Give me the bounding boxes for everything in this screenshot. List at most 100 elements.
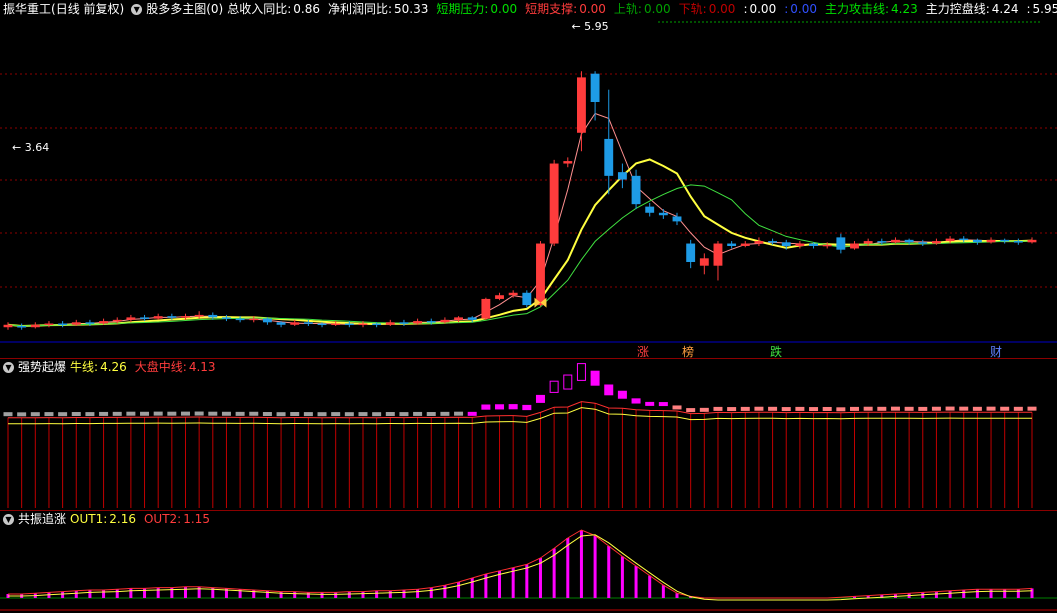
breakout-block: [454, 411, 464, 416]
breakout-block: [399, 412, 409, 417]
candle-body: [904, 239, 914, 243]
breakout-block: [549, 380, 559, 393]
candle-body: [781, 242, 791, 246]
candle-body: [577, 77, 586, 133]
signal-label: 榜: [682, 344, 694, 358]
candle-body: [467, 317, 477, 320]
candle-body: [481, 298, 491, 319]
panel-separator: [0, 510, 1057, 511]
candle-body: [17, 326, 27, 328]
candle-body: [222, 317, 231, 319]
strong-breakout-chart[interactable]: [0, 358, 1057, 508]
candle-body: [822, 244, 832, 247]
breakout-block: [17, 412, 27, 417]
candle-body: [604, 138, 614, 176]
resonance-chase-chart[interactable]: [0, 510, 1057, 613]
breakout-block: [590, 370, 600, 386]
candle-body: [549, 163, 559, 244]
candle-body: [85, 322, 95, 324]
breakout-block: [153, 411, 163, 416]
candle-body: [276, 322, 286, 325]
candle-body: [262, 318, 272, 323]
candle-body: [713, 243, 723, 266]
breakout-block: [344, 412, 354, 417]
candle-body: [153, 316, 163, 319]
breakout-block: [822, 406, 832, 411]
breakout-block: [931, 406, 941, 411]
candle-body: [536, 243, 545, 306]
breakout-block: [1000, 406, 1010, 411]
candle-body: [58, 323, 68, 326]
candle-body: [658, 212, 668, 216]
breakout-block: [727, 407, 737, 412]
breakout-block: [303, 412, 313, 417]
breakout-block: [467, 411, 477, 416]
candle-body: [71, 322, 81, 325]
breakout-block: [208, 411, 218, 416]
candle-body: [959, 238, 969, 241]
breakout-block: [372, 412, 382, 417]
breakout-block: [85, 412, 95, 417]
candle-body: [563, 161, 573, 164]
candle-body: [891, 239, 900, 243]
breakout-block: [58, 412, 68, 417]
candle-body: [167, 316, 177, 318]
breakout-block: [331, 412, 341, 417]
sub2-panel: ▼ 共振追涨 OUT1: 2.16 OUT2: 1.15: [0, 510, 1057, 613]
candle-body: [699, 258, 709, 266]
breakout-block: [481, 404, 491, 410]
breakout-block: [740, 406, 750, 411]
breakout-block: [495, 404, 505, 410]
signal-label: 跌: [770, 344, 782, 358]
breakout-block: [235, 411, 245, 416]
breakout-block: [836, 407, 846, 412]
breakout-block: [126, 411, 136, 416]
candle-body: [686, 243, 696, 262]
breakout-block: [672, 405, 682, 410]
candle-body: [317, 323, 327, 326]
breakout-block: [194, 411, 204, 416]
sub1-panel: ▼ 强势起爆 牛线: 4.26 大盘中线: 4.13: [0, 358, 1057, 508]
candle-body: [385, 322, 395, 325]
candle-body: [372, 323, 382, 326]
breakout-block: [658, 402, 668, 407]
candle-body: [754, 241, 764, 244]
breakout-block: [44, 412, 54, 417]
candle-body: [344, 323, 354, 326]
breakout-block: [576, 363, 586, 381]
candle-body: [126, 317, 136, 320]
breakout-block: [180, 411, 190, 416]
candle-body: [863, 241, 873, 244]
candle-body: [1027, 239, 1037, 243]
candle-body: [836, 237, 846, 250]
breakout-block: [317, 412, 327, 417]
breakout-block: [140, 411, 150, 416]
candle-body: [331, 323, 341, 326]
breakout-block: [385, 412, 395, 417]
breakout-block: [754, 406, 764, 411]
breakout-block: [645, 401, 655, 406]
candle-body: [249, 318, 259, 321]
signal-label: 涨: [637, 344, 649, 358]
candle-body: [181, 316, 190, 318]
candle-body: [795, 243, 805, 246]
candle-body: [945, 238, 955, 242]
breakout-block: [945, 406, 955, 411]
breakout-block: [1027, 406, 1037, 411]
candlestick-chart[interactable]: ← 5.95 ← 3.64 涨 榜 跌 财: [0, 0, 1057, 358]
candle-body: [768, 241, 778, 243]
candle-body: [918, 242, 928, 244]
candle-body: [809, 243, 818, 246]
candle-body: [112, 319, 122, 322]
candle-body: [495, 295, 504, 299]
candle-body: [194, 314, 204, 317]
candle-body: [631, 175, 641, 205]
high-price-label: ← 5.95: [571, 20, 608, 33]
breakout-block: [413, 411, 423, 416]
candle-body: [30, 324, 40, 328]
breakout-block: [877, 406, 887, 411]
candle-body: [617, 172, 627, 180]
breakout-block: [959, 406, 969, 411]
breakout-block: [809, 407, 819, 412]
signal-label: 财: [990, 345, 1002, 358]
